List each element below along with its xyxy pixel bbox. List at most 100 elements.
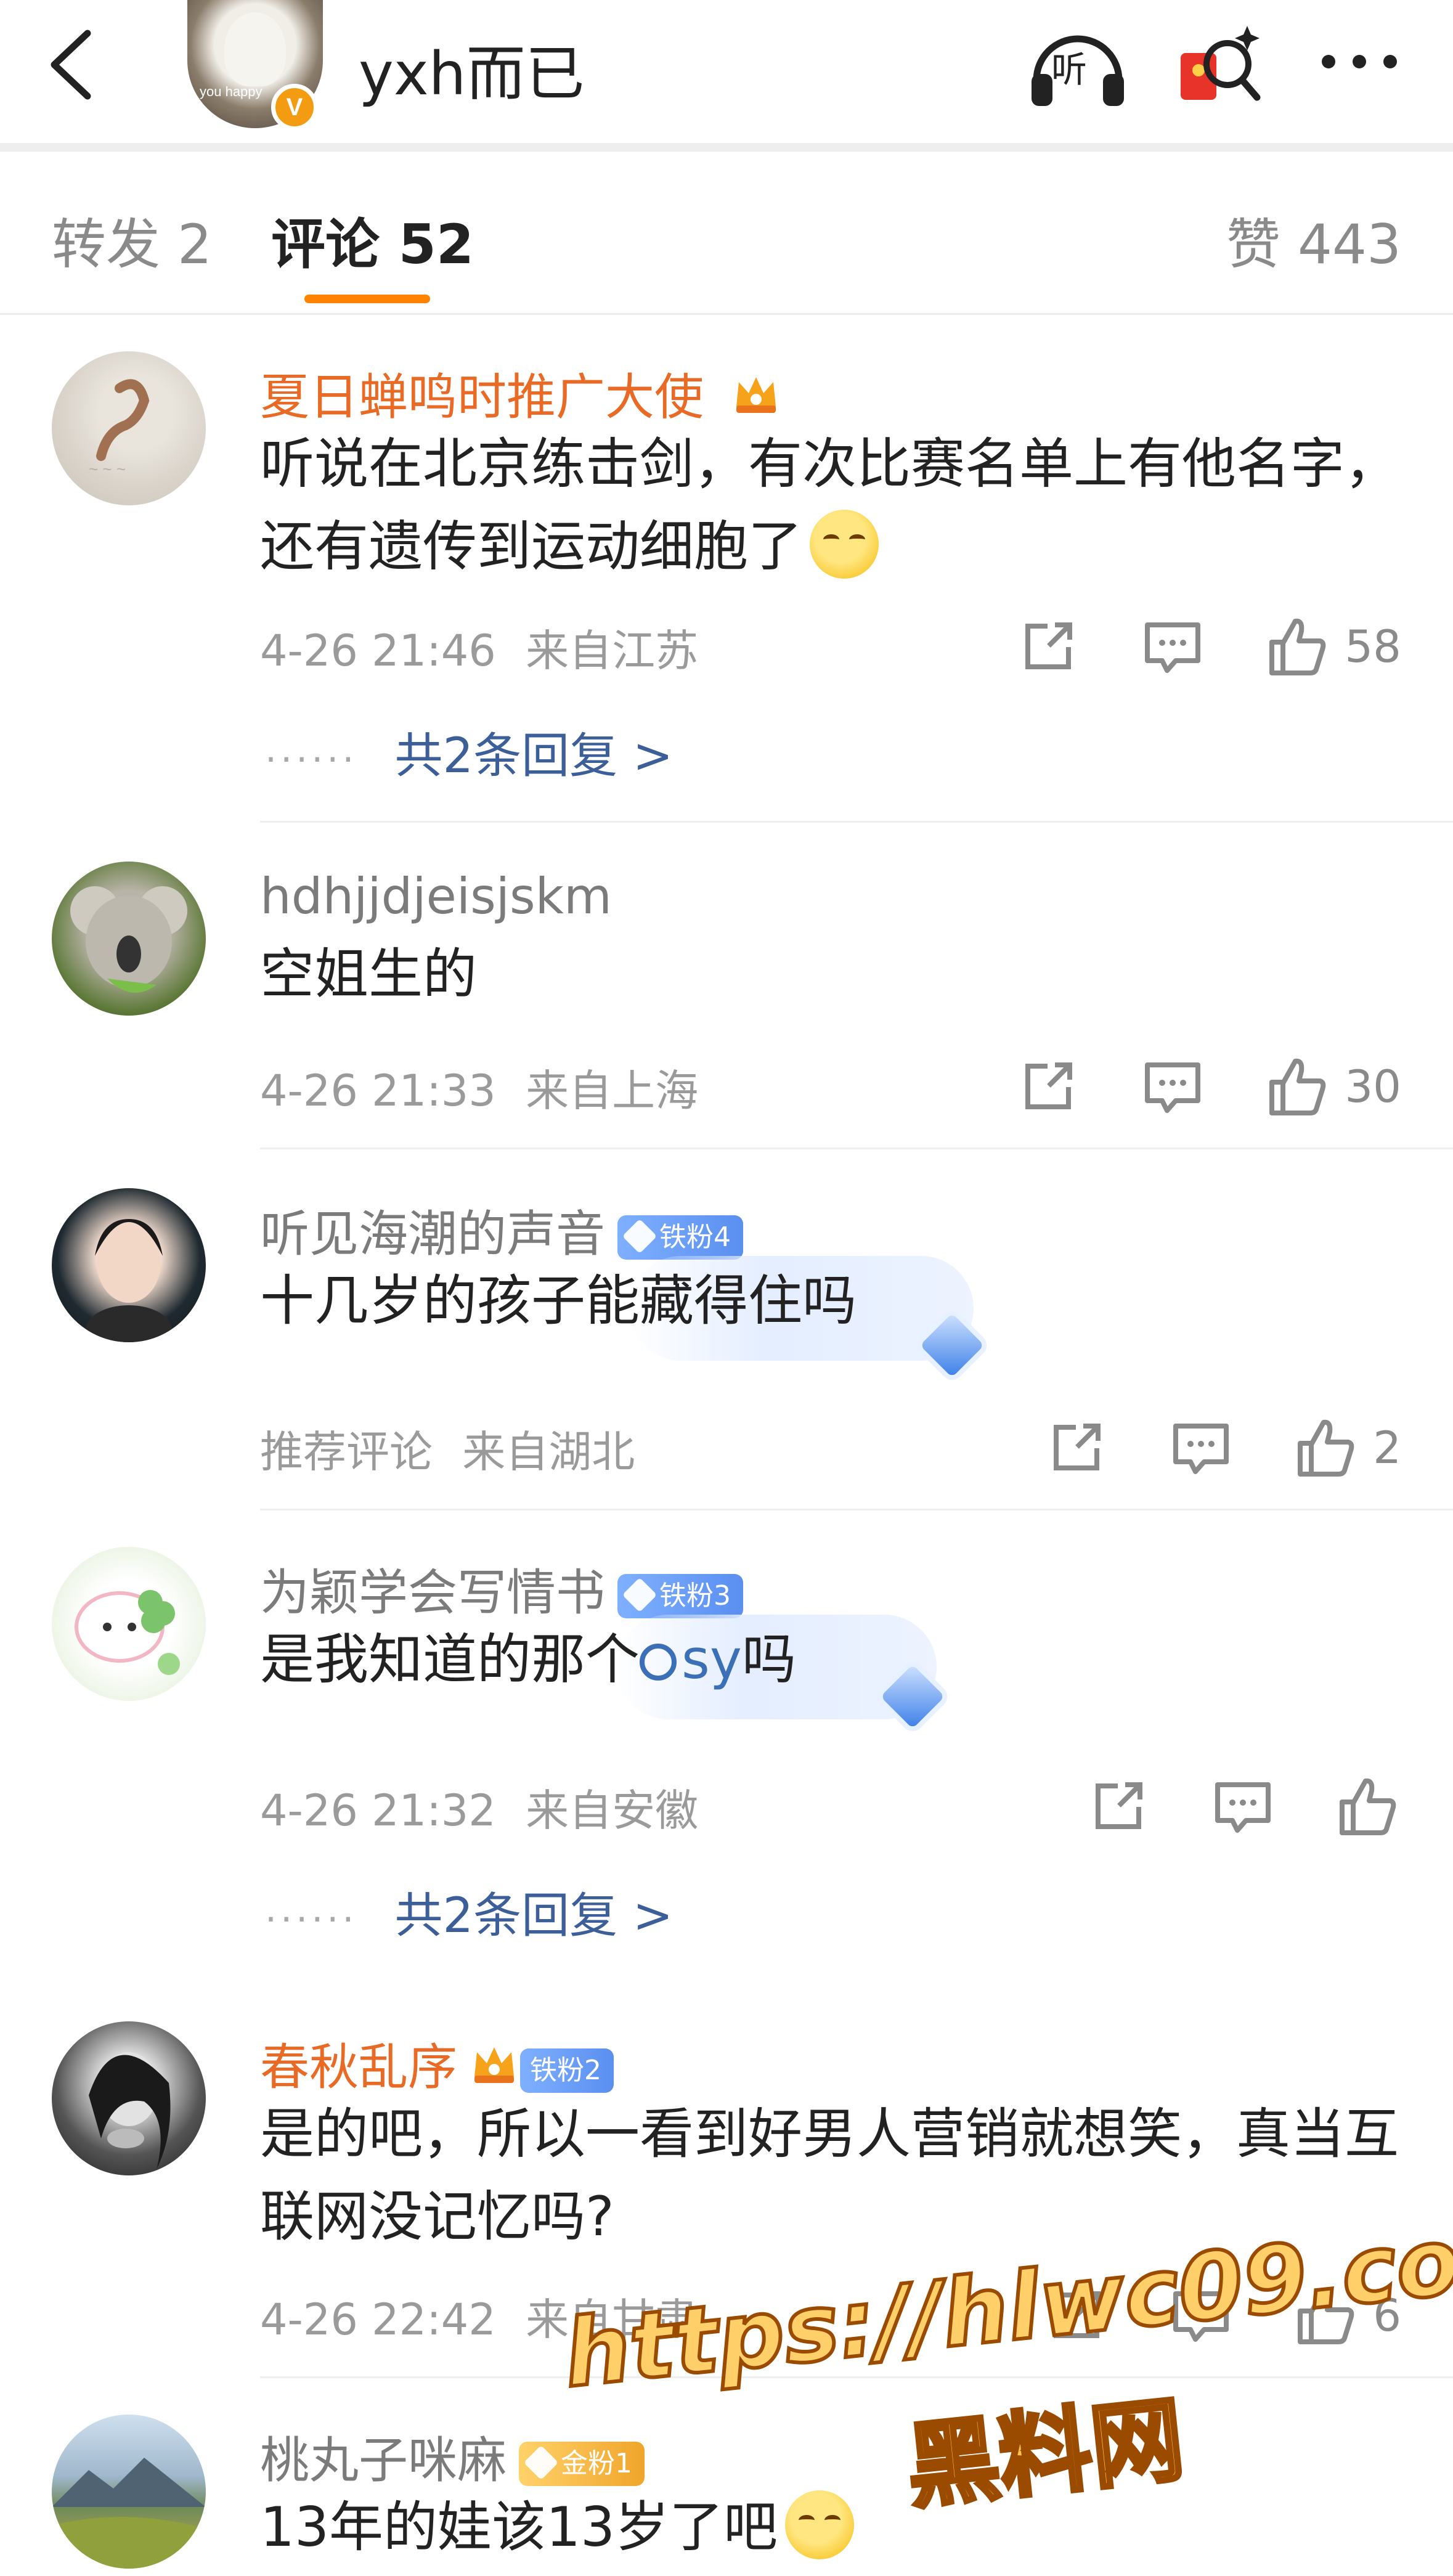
fan-badge-label: 金粉1 [561, 2448, 632, 2479]
username-text: 桃丸子咪麻 [260, 2432, 507, 2489]
fan-badge: 铁粉3 [617, 1574, 743, 1618]
comment-time: 4-26 21:32 [260, 1785, 496, 1836]
username[interactable]: 听见海潮的声音 铁粉4 [260, 1194, 743, 1266]
comment-actions: 58 [958, 613, 1401, 680]
username-text: 夏日蝉鸣时推广大使 [260, 369, 704, 426]
comment-location: 来自湖北 [462, 1427, 635, 1477]
tab-repost[interactable]: 转发 2 [52, 201, 212, 279]
tab-bar: 转发 2 评论 52 赞 443 [0, 152, 1453, 314]
comment-divider [260, 821, 1453, 823]
comment-time: 4-26 22:42 [260, 2294, 496, 2345]
comment-location: 来自安徽 [526, 1785, 699, 1836]
comment-meta: 4-26 21:46 来自江苏 [260, 616, 698, 679]
like-icon[interactable] [1263, 613, 1331, 680]
username[interactable]: 夏日蝉鸣时推广大使 [260, 357, 782, 429]
reply-icon[interactable] [1167, 1414, 1235, 1482]
listen-label: 听 [1051, 49, 1088, 91]
comment-text-body: 13年的娃该13岁了吧 [260, 2495, 778, 2559]
comment-meta: 推荐评论 来自湖北 [260, 1417, 635, 1480]
comment-text: 是我知道的那个 sy吗 [260, 1618, 1406, 1701]
red-packet-search-icon[interactable] [1176, 21, 1262, 107]
comment-item: 桃丸子咪麻 金粉1 13年的娃该13岁了吧 [0, 2415, 1453, 2576]
comment-time: 4-26 21:33 [260, 1066, 496, 1116]
more-icon[interactable] [1316, 37, 1402, 86]
tabs-divider [0, 313, 1453, 315]
reply-icon[interactable] [1139, 613, 1207, 680]
comment-meta: 4-26 21:32 来自安徽 [260, 1776, 698, 1838]
comment-meta: 4-26 21:33 来自上海 [260, 1056, 698, 1119]
avatar[interactable]: ~ ~ ~ [52, 351, 206, 505]
comment-text: 13年的娃该13岁了吧 [260, 2486, 1406, 2569]
share-icon[interactable] [1043, 1414, 1110, 1482]
fan-badge-label: 铁粉2 [530, 2055, 601, 2086]
username[interactable]: hdhjjdjeisjskm [260, 868, 612, 925]
dots-decoration: ······ [265, 738, 358, 781]
crown-icon [474, 2047, 514, 2083]
like-icon[interactable] [1333, 1772, 1401, 1840]
comment-divider [260, 1509, 1453, 1510]
crown-icon [736, 377, 776, 413]
diamond-icon [523, 2445, 559, 2480]
username-text: 为颖学会写情书 [260, 1564, 605, 1621]
active-tab-indicator [304, 295, 430, 303]
avatar[interactable] [52, 2021, 206, 2175]
avatar-caption: you happy [200, 84, 263, 99]
search-icon [640, 1644, 677, 1681]
view-replies-text: 共2条回复 > [394, 1888, 674, 1944]
username-text: 春秋乱序 [260, 2039, 457, 2096]
top-bar: you happy V yxh而已 听 [0, 0, 1453, 143]
username[interactable]: 春秋乱序 铁粉2 [260, 2028, 614, 2099]
comment-text: 听说在北京练击剑，有次比赛名单上有他名字，还有遗传到运动细胞了 [260, 423, 1406, 588]
search-link[interactable]: sy [640, 1628, 742, 1691]
comment-item: 为颖学会写情书 铁粉3 是我知道的那个 sy吗 4-26 21:32 来自安徽 ··… [0, 1547, 1453, 1997]
comment-text-body: 是我知道的那个 [260, 1628, 640, 1691]
comment-item: 听见海潮的声音 铁粉4 十几岁的孩子能藏得住吗 推荐评论 来自湖北 2 [0, 1188, 1453, 1512]
comment-time: 推荐评论 [260, 1427, 433, 1477]
comment-item: hdhjjdjeisjskm 空姐生的 4-26 21:33 来自上海 30 [0, 862, 1453, 1151]
avatar[interactable] [52, 2415, 206, 2569]
reply-icon[interactable] [1139, 1053, 1207, 1120]
avatar[interactable] [52, 862, 206, 1016]
username[interactable]: 为颖学会写情书 铁粉3 [260, 1553, 743, 1624]
comment-text: 空姐生的 [260, 942, 478, 1006]
diamond-icon [622, 1218, 657, 1254]
reply-icon[interactable] [1209, 1772, 1277, 1840]
like-icon[interactable] [1263, 1053, 1331, 1120]
view-replies-text: 共2条回复 > [394, 728, 674, 784]
comment-location: 来自江苏 [526, 626, 699, 676]
view-replies-link[interactable]: ······ 共2条回复 > [265, 1877, 673, 1946]
view-replies-link[interactable]: ······ 共2条回复 > [265, 717, 673, 786]
comment-text-tail: 吗 [741, 1628, 796, 1691]
fan-badge: 铁粉2 [520, 2048, 614, 2093]
verified-badge: V [271, 84, 318, 131]
back-icon[interactable] [37, 25, 105, 105]
like-count: 30 [1345, 1061, 1401, 1112]
fan-badge: 铁粉4 [617, 1215, 743, 1260]
dots-decoration: ······ [265, 1898, 358, 1941]
share-icon[interactable] [1014, 1053, 1082, 1120]
header-divider [0, 143, 1453, 152]
share-icon[interactable] [1014, 613, 1082, 680]
tab-likes[interactable]: 赞 443 [1226, 201, 1401, 279]
comment-text: 十几岁的孩子能藏得住吗 [260, 1269, 857, 1332]
comment-actions [1028, 1772, 1401, 1840]
tab-comments[interactable]: 评论 52 [271, 201, 474, 279]
fan-badge-label: 铁粉3 [659, 1580, 731, 1612]
username[interactable]: 桃丸子咪麻 金粉1 [260, 2421, 645, 2492]
comment-actions: 2 [986, 1414, 1401, 1482]
avatar[interactable] [52, 1188, 206, 1342]
comment-location: 来自上海 [526, 1066, 699, 1116]
author-name[interactable]: yxh而已 [359, 26, 584, 112]
comment-item: ~ ~ ~ 夏日蝉鸣时推广大使 听说在北京练击剑，有次比赛名单上有他名字，还有遗… [0, 351, 1453, 826]
share-icon[interactable] [1085, 1772, 1152, 1840]
fan-badge-label: 铁粉4 [659, 1221, 731, 1253]
fan-badge: 金粉1 [519, 2442, 645, 2486]
cat-image [224, 12, 286, 86]
like-count: 58 [1345, 621, 1401, 672]
like-icon[interactable] [1292, 1414, 1359, 1482]
smile-emoji-icon [810, 510, 879, 579]
svg-text:~ ~ ~: ~ ~ ~ [89, 460, 126, 478]
avatar[interactable] [52, 1547, 206, 1701]
comment-divider [260, 1147, 1453, 1149]
username-text: 听见海潮的声音 [260, 1205, 605, 1263]
